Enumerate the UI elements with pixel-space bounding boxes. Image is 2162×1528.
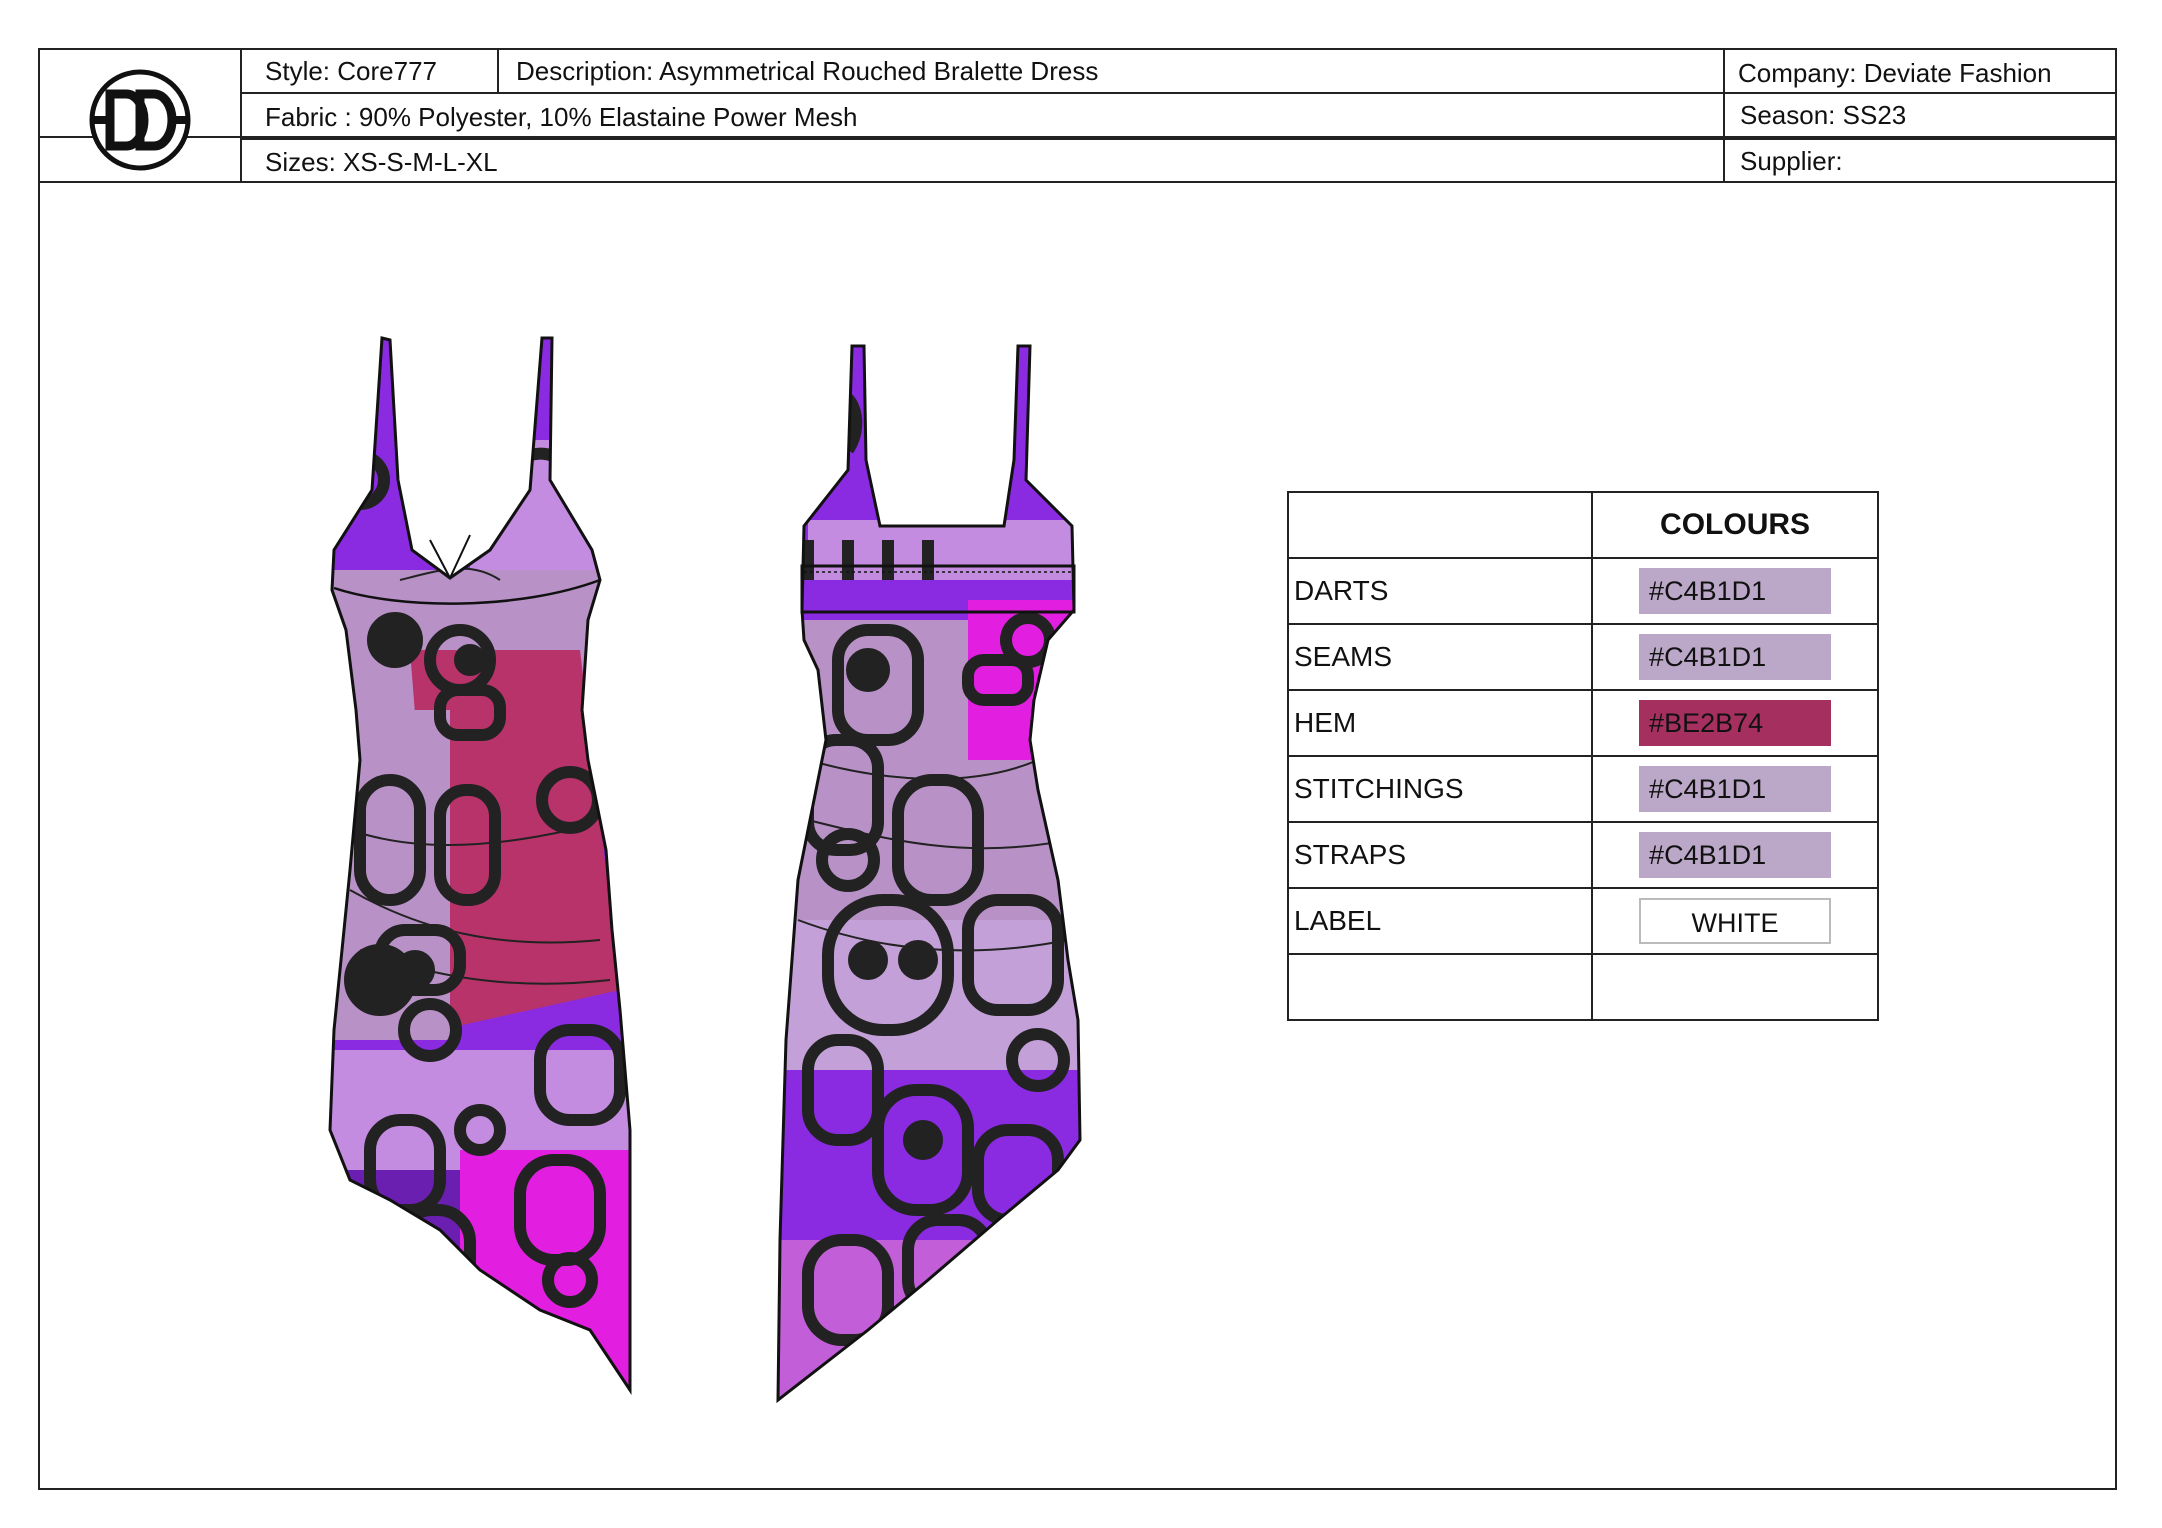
colour-part-label: STITCHINGS (1286, 755, 1594, 823)
sizes-field: Sizes: XS-S-M-L-XL (265, 147, 498, 177)
style-cell-divider (497, 48, 499, 94)
colours-table-row: STRAPS #C4B1D1 (1286, 821, 1879, 889)
description-field: Description: Asymmetrical Rouched Bralet… (516, 56, 1099, 86)
colours-table: COLOURS DARTS #C4B1D1 SEAMS #C4B1D1 HEM #BE2B… (1286, 491, 1879, 1021)
colour-part-label: STRAPS (1286, 821, 1594, 889)
header-divider-2 (240, 138, 2117, 140)
dress-front-sketch (328, 336, 632, 1395)
colour-value-cell: #C4B1D1 (1591, 557, 1879, 625)
colour-value-cell: WHITE (1591, 887, 1879, 955)
colour-part-label: LABEL (1286, 887, 1594, 955)
colours-table-row: LABEL WHITE (1286, 887, 1879, 955)
colour-part-label: HEM (1286, 689, 1594, 757)
style-field: Style: Core777 (265, 56, 437, 86)
brand-logo-icon (89, 69, 191, 171)
header-divider-0 (240, 92, 2117, 94)
fabric-field: Fabric : 90% Polyester, 10% Elastaine Po… (265, 102, 858, 132)
colour-part-label: SEAMS (1286, 623, 1594, 691)
colours-table-row: STITCHINGS #C4B1D1 (1286, 755, 1879, 823)
dress-back-sketch (776, 344, 1082, 1404)
colour-value-cell: #C4B1D1 (1591, 821, 1879, 889)
colour-value-cell: #C4B1D1 (1591, 755, 1879, 823)
colours-heading: COLOURS (1591, 491, 1879, 559)
company-cell-divider (1723, 48, 1725, 183)
colours-table-row (1286, 953, 1879, 1021)
colours-table-row: HEM #BE2B74 (1286, 689, 1879, 757)
logo-cell-divider (240, 48, 242, 183)
colours-table-row: SEAMS #C4B1D1 (1286, 623, 1879, 691)
header-divider-3 (38, 181, 2117, 183)
colour-part-label: DARTS (1286, 557, 1594, 625)
colour-swatch: WHITE (1639, 898, 1832, 944)
colour-value-cell: #BE2B74 (1591, 689, 1879, 757)
colour-value-cell (1591, 953, 1879, 1021)
season-field: Season: SS23 (1740, 100, 1907, 130)
colours-table-row: DARTS #C4B1D1 (1286, 557, 1879, 625)
colour-swatch: #BE2B74 (1639, 700, 1832, 746)
colour-value-cell: #C4B1D1 (1591, 623, 1879, 691)
colour-swatch: #C4B1D1 (1639, 832, 1832, 878)
colour-part-label (1286, 953, 1594, 1021)
colour-swatch: #C4B1D1 (1639, 568, 1832, 614)
company-field: Company: Deviate Fashion (1738, 58, 2052, 88)
colours-table-header-row: COLOURS (1286, 491, 1879, 559)
colour-swatch: #C4B1D1 (1639, 634, 1832, 680)
colours-table-corner (1286, 491, 1594, 559)
colour-swatch: #C4B1D1 (1639, 766, 1832, 812)
supplier-field: Supplier: (1740, 146, 1843, 176)
